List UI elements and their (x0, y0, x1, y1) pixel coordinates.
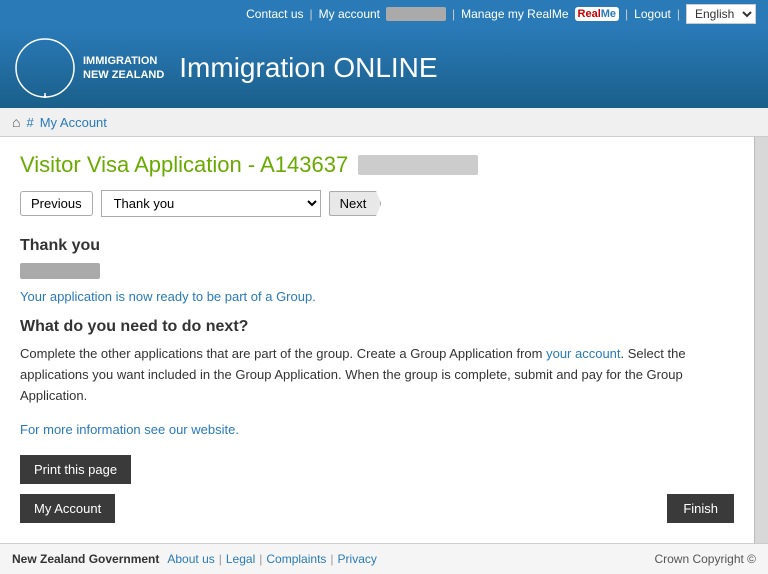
name-redacted (20, 263, 100, 279)
your-account-link[interactable]: your account (546, 346, 620, 361)
realme-blue: Me (601, 8, 616, 20)
main-column: Visitor Visa Application - A143637 Previ… (0, 137, 754, 543)
nav-bar: Previous Thank you Next (20, 190, 734, 217)
my-account-link[interactable]: My account (319, 7, 380, 21)
main-header: IMMIGRATION NEW ZEALAND Immigration ONLI… (0, 28, 768, 108)
finish-button[interactable]: Finish (667, 494, 734, 523)
sep3: | (625, 7, 628, 21)
about-link[interactable]: About us (167, 552, 214, 566)
sep4: | (677, 7, 680, 21)
body-part1: Complete the other applications that are… (20, 346, 546, 361)
account-redacted (386, 7, 446, 21)
step-select[interactable]: Thank you (101, 190, 321, 217)
logo-text: IMMIGRATION NEW ZEALAND (83, 54, 164, 83)
manage-realme-link[interactable]: Manage my RealMe (461, 7, 568, 21)
thank-you-heading: Thank you (20, 237, 734, 255)
fsep3: | (330, 552, 333, 566)
body-text-2: For more information see our website. (20, 420, 734, 441)
site-title: Immigration ONLINE (179, 52, 437, 84)
info-text: Your application is now ready to be part… (20, 289, 734, 304)
contact-us-link[interactable]: Contact us (246, 7, 303, 21)
page-title-text: Visitor Visa Application - A143637 (20, 152, 348, 178)
body-part4: . (235, 422, 239, 437)
language-select[interactable]: English (686, 4, 756, 24)
realme-red: Real (578, 8, 601, 20)
footer-left: New Zealand Government About us | Legal … (12, 552, 377, 566)
breadcrumb-label: My Account (40, 115, 107, 130)
sep1: | (310, 7, 313, 21)
fsep2: | (259, 552, 262, 566)
print-button[interactable]: Print this page (20, 455, 131, 484)
content-area: Visitor Visa Application - A143637 Previ… (0, 137, 754, 543)
fsep1: | (219, 552, 222, 566)
copyright: Crown Copyright © (654, 552, 756, 566)
my-account-button[interactable]: My Account (20, 494, 115, 523)
breadcrumb-bar: ⌂ # My Account (0, 108, 768, 137)
home-icon: ⌂ (12, 114, 20, 130)
next-steps-heading: What do you need to do next? (20, 318, 734, 336)
previous-button[interactable]: Previous (20, 191, 93, 216)
footer-links: About us | Legal | Complaints | Privacy (167, 552, 377, 566)
logout-link[interactable]: Logout (634, 7, 671, 21)
logo-line2: NEW ZEALAND (83, 68, 164, 82)
top-bar: Contact us | My account | Manage my Real… (0, 0, 768, 28)
page-container: Visitor Visa Application - A143637 Previ… (0, 137, 768, 543)
nzg-label: New Zealand Government (12, 552, 159, 566)
sep2: | (452, 7, 455, 21)
fern-logo-icon (15, 38, 75, 98)
scrollbar[interactable] (754, 137, 768, 543)
body-part3: For more information see our (20, 422, 191, 437)
footer: New Zealand Government About us | Legal … (0, 543, 768, 574)
next-button[interactable]: Next (329, 191, 382, 216)
realme-badge: RealMe (575, 7, 620, 21)
privacy-link[interactable]: Privacy (338, 552, 377, 566)
body-text-1: Complete the other applications that are… (20, 344, 734, 406)
logo-line1: IMMIGRATION (83, 54, 164, 68)
website-link[interactable]: website (191, 422, 235, 437)
legal-link[interactable]: Legal (226, 552, 255, 566)
breadcrumb-link[interactable]: # (26, 115, 33, 130)
complaints-link[interactable]: Complaints (266, 552, 326, 566)
page-title-area: Visitor Visa Application - A143637 (20, 152, 734, 178)
logo-area: IMMIGRATION NEW ZEALAND (15, 38, 164, 98)
title-redacted-badge (358, 155, 478, 175)
